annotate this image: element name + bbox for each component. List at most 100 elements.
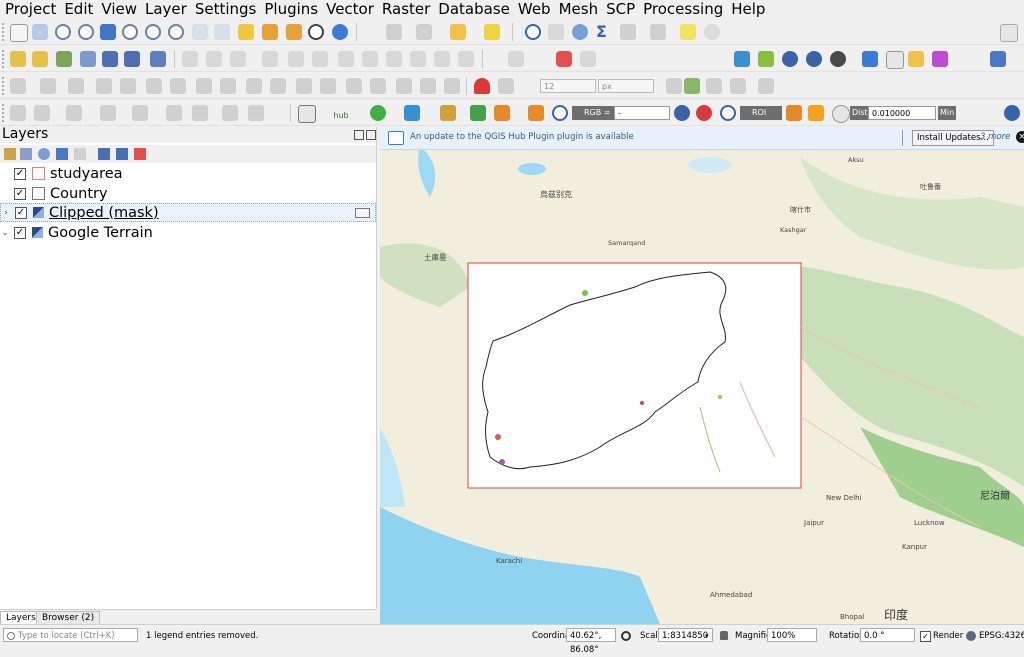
expand-arrow-icon[interactable]: ⌄ <box>0 228 10 238</box>
rotate-point-icon[interactable] <box>370 78 386 94</box>
filter-legend-icon[interactable] <box>56 148 68 160</box>
redo-icon[interactable] <box>458 51 474 67</box>
new-map-view-icon[interactable] <box>238 24 254 40</box>
stack-layers-icon[interactable] <box>908 51 924 67</box>
lock-icon[interactable] <box>720 631 728 640</box>
map-canvas[interactable]: 烏兹别克 Samarqand 土庫曼 吐鲁番 喀什市 Aksu Kashgar … <box>380 127 1024 624</box>
delete-ring-icon[interactable] <box>170 78 186 94</box>
paste-features-icon[interactable] <box>410 51 426 67</box>
scp-tool-icon[interactable] <box>494 105 510 121</box>
toolbar-handle[interactable] <box>2 23 8 41</box>
copy-features-icon[interactable] <box>386 51 402 67</box>
hub-button[interactable]: hub <box>330 103 352 123</box>
plugin-tool-icon[interactable] <box>886 51 904 69</box>
layer-checkbox[interactable]: ✓ <box>14 167 26 180</box>
layer-checkbox[interactable]: ✓ <box>14 187 26 200</box>
add-raster-icon[interactable] <box>102 51 118 67</box>
rectangle-digitize-icon[interactable] <box>100 105 116 121</box>
remove-layer-icon[interactable] <box>134 148 146 160</box>
toolbar-handle[interactable] <box>2 77 8 95</box>
layer-item-clipped-mask[interactable]: › ✓ Clipped (mask) <box>0 203 376 222</box>
scp-download-icon[interactable] <box>806 51 822 67</box>
digitize-icon[interactable] <box>80 51 96 67</box>
undo-icon[interactable] <box>434 51 450 67</box>
vertex-tool-icon[interactable] <box>288 51 304 67</box>
chart-plot-icon[interactable] <box>932 51 948 67</box>
topology-icon[interactable] <box>192 105 208 121</box>
font-size-field[interactable]: 12 <box>540 79 596 93</box>
add-mesh-icon[interactable] <box>124 51 140 67</box>
scp-process-icon[interactable] <box>830 51 846 67</box>
menu-item-database[interactable]: Database <box>433 0 513 18</box>
collapse-all-icon[interactable] <box>116 148 128 160</box>
expand-arrow-icon[interactable]: › <box>1 208 11 218</box>
field-calculator-icon[interactable] <box>620 24 636 40</box>
menu-item-mesh[interactable]: Mesh <box>554 0 602 18</box>
zoom-out-icon[interactable] <box>78 24 94 40</box>
scp-roi-tool-icon[interactable] <box>786 105 802 121</box>
offset-curve-icon[interactable] <box>246 78 262 94</box>
magnifier-field[interactable]: 100% <box>767 628 817 642</box>
split-features-icon[interactable] <box>270 78 286 94</box>
reshape-icon[interactable] <box>220 78 236 94</box>
ellipse-digitize-icon[interactable] <box>66 105 82 121</box>
filter-expression-icon[interactable] <box>74 148 86 160</box>
cross-tool-icon[interactable] <box>706 78 722 94</box>
scp-zoom-icon[interactable] <box>470 105 486 121</box>
text-tool-icon[interactable] <box>498 78 514 94</box>
snapping-magnet-icon[interactable] <box>474 78 490 94</box>
more-messages-link[interactable]: 3 more <box>980 132 1010 142</box>
scp-zoom-roi2-icon[interactable] <box>720 105 736 121</box>
new-layer-icon[interactable] <box>32 51 48 67</box>
select-features-icon[interactable] <box>416 24 432 40</box>
toolbar-handle[interactable] <box>2 104 8 122</box>
coordinate-field[interactable]: 40.62°, 86.08° <box>566 628 616 655</box>
identify-dropdown-icon[interactable] <box>386 24 402 40</box>
zoom-layer-icon[interactable] <box>145 24 161 40</box>
layer-item-studyarea[interactable]: ✓ studyarea <box>0 164 376 183</box>
delete-part-icon[interactable] <box>196 78 212 94</box>
polygon-digitize-icon[interactable] <box>132 105 148 121</box>
add-vector-layer-icon[interactable] <box>56 51 72 67</box>
line-tool-icon[interactable] <box>684 78 700 94</box>
scp-input-icon[interactable] <box>404 105 420 121</box>
panel-close-icon[interactable] <box>366 130 376 140</box>
scp-band-prev-icon[interactable] <box>674 105 690 121</box>
grid-icon[interactable] <box>248 105 264 121</box>
zoom-next-icon[interactable] <box>214 24 230 40</box>
label-tool-icon[interactable] <box>508 51 524 67</box>
data-source-manager-icon[interactable] <box>10 51 26 67</box>
menu-item-vector[interactable]: Vector <box>321 0 377 18</box>
cut-features-icon[interactable] <box>362 51 378 67</box>
add-wms-icon[interactable] <box>150 51 166 67</box>
menu-item-layer[interactable]: Layer <box>140 0 190 18</box>
spatial-query-icon[interactable] <box>222 105 238 121</box>
locator-input[interactable]: Type to locate (Ctrl+K) <box>3 628 138 642</box>
add-ring-icon[interactable] <box>96 78 112 94</box>
refresh-icon[interactable] <box>332 24 348 40</box>
python-console-icon[interactable] <box>862 51 878 67</box>
manage-visibility-icon[interactable] <box>38 148 50 160</box>
toggle-extents-icon[interactable] <box>621 631 631 641</box>
delete-selected-icon[interactable] <box>338 51 354 67</box>
toolbar-overflow-icon[interactable] <box>1000 24 1018 42</box>
deselect-icon[interactable] <box>450 24 466 40</box>
scp-band-next-icon[interactable] <box>696 105 712 121</box>
reverse-line-icon[interactable] <box>396 78 412 94</box>
new-bookmark-icon[interactable] <box>262 24 278 40</box>
pan-to-selection-icon[interactable] <box>32 24 48 40</box>
circle-digitize-icon[interactable] <box>34 105 50 121</box>
edit-pencil-icon[interactable] <box>182 51 198 67</box>
scp-classification-icon[interactable] <box>440 105 456 121</box>
scp-band-set-icon[interactable] <box>734 51 750 67</box>
menu-item-settings[interactable]: Settings <box>190 0 260 18</box>
pan-hand-icon[interactable] <box>10 24 28 42</box>
measure-icon[interactable] <box>650 24 666 40</box>
save-edits-icon[interactable] <box>230 51 246 67</box>
trim-extend-icon[interactable] <box>420 78 436 94</box>
zoom-in-icon[interactable] <box>55 24 71 40</box>
expand-all-icon[interactable] <box>98 148 110 160</box>
close-icon[interactable]: × <box>1016 131 1024 143</box>
shield-plugin-icon[interactable] <box>298 105 316 123</box>
menu-item-edit[interactable]: Edit <box>59 0 96 18</box>
